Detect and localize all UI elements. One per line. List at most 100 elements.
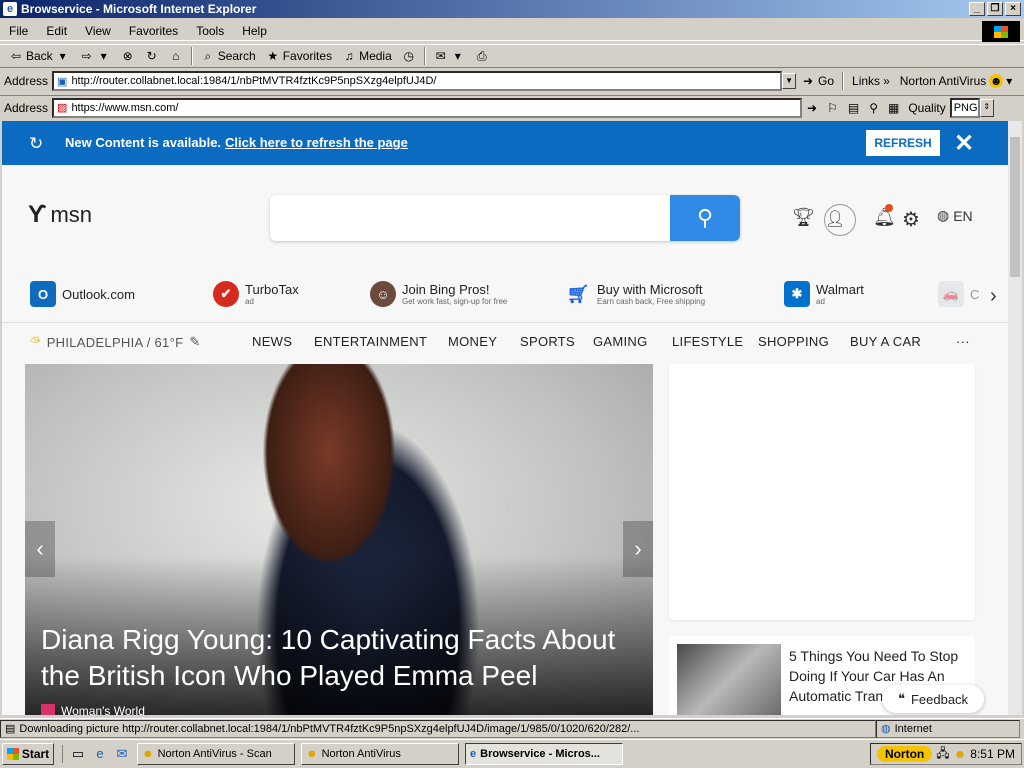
bookmarks-list-icon[interactable]: ▤ — [843, 98, 864, 118]
show-desktop-icon[interactable]: ▭ — [69, 745, 87, 763]
butterfly-icon: ϒ — [28, 201, 47, 228]
nav-money[interactable]: MONEY — [448, 334, 497, 349]
vertical-scrollbar[interactable] — [1008, 121, 1022, 715]
quick-link-buy-with-microsoft[interactable]: 🛒︎ Buy with Microsoft Earn cash back, Fre… — [565, 281, 706, 307]
hero-article[interactable]: ‹ › Diana Rigg Young: 10 Captivating Fac… — [25, 364, 653, 715]
print-button[interactable]: ⎙ — [470, 46, 494, 66]
search-input[interactable]: ⚲ — [270, 195, 740, 241]
go-arrow-icon[interactable]: ➜ — [802, 98, 822, 118]
norton-icon: ☻ — [306, 748, 318, 760]
nav-buy-a-car[interactable]: BUY A CAR — [850, 334, 921, 349]
quick-link-walmart[interactable]: ✱ Walmart ad — [784, 281, 864, 307]
mail-button[interactable]: ✉ ▾ — [429, 46, 470, 66]
chevron-down-icon: ▾ — [1006, 74, 1013, 88]
nav-news[interactable]: NEWS — [252, 334, 292, 349]
bookmark-icon[interactable]: ⚐ — [822, 98, 843, 118]
start-button[interactable]: Start — [2, 743, 54, 765]
partly-cloudy-icon: ⛅︎ — [30, 334, 41, 349]
ie-quicklaunch-icon[interactable]: e — [91, 745, 109, 763]
media-button[interactable]: ♫ Media — [337, 46, 397, 66]
close-icon[interactable]: ✕ — [954, 129, 974, 158]
menu-favorites[interactable]: Favorites — [120, 24, 187, 38]
media-icon: ♫ — [344, 49, 354, 63]
history-button[interactable]: ◷ — [397, 46, 421, 66]
favorites-button[interactable]: ★ Favorites — [261, 46, 337, 66]
internet-globe-icon: ◍ — [881, 723, 891, 735]
quality-stepper[interactable]: ⇕ — [979, 98, 994, 117]
find-icon[interactable]: ⚲ — [864, 98, 883, 118]
task-norton-scan[interactable]: ☻ Norton AntiVirus - Scan — [137, 743, 295, 765]
chevron-down-icon[interactable]: ▾ — [97, 49, 111, 63]
home-button[interactable]: ⌂ — [164, 46, 188, 66]
hero-source: Woman's World — [41, 704, 145, 715]
chevron-down-icon: ▾ — [454, 49, 461, 63]
msn-header: ϒmsn ⚲ 🏆︎ 👤︎ 🔔︎ ⚙ ◍ EN — [2, 165, 1008, 285]
outlook-express-icon[interactable]: ✉ — [113, 745, 131, 763]
norton-tray-button[interactable]: Norton — [876, 746, 933, 762]
menu-view[interactable]: View — [76, 24, 120, 38]
close-window-button[interactable]: × — [1005, 2, 1021, 16]
quick-link-outlook[interactable]: O Outlook.com — [30, 281, 135, 307]
rewards-icon[interactable]: 🏆︎ — [792, 207, 815, 228]
refresh-button[interactable]: ↻ — [140, 46, 164, 66]
forward-button[interactable]: ⇨ ▾ — [75, 46, 116, 66]
weather-widget[interactable]: ⛅︎ PHILADELPHIA / 61°F ✎ — [30, 334, 201, 350]
profile-avatar-icon[interactable]: 👤︎ — [824, 204, 856, 236]
windows-logo-icon — [982, 21, 1020, 42]
quality-select[interactable]: PNG — [949, 97, 980, 118]
back-arrow-icon: ⇦ — [10, 49, 22, 63]
norton-toolbar-button[interactable]: Norton AntiVirus ☻ ▾ — [895, 71, 1018, 91]
chevron-down-icon[interactable]: ▾ — [56, 49, 70, 63]
notifications-bell-icon[interactable]: 🔔︎ — [873, 204, 896, 228]
scrollbar-thumb[interactable] — [1010, 137, 1020, 277]
restore-button[interactable]: ❐ — [987, 2, 1003, 16]
more-options-icon[interactable]: ··· — [956, 334, 970, 349]
nav-sports[interactable]: SPORTS — [520, 334, 575, 349]
norton-tray-icon[interactable]: ☻ — [954, 747, 967, 761]
language-selector[interactable]: ◍ EN — [937, 207, 973, 224]
back-button[interactable]: ⇦ Back ▾ — [4, 46, 75, 66]
quick-link-turbotax[interactable]: ✔ TurboTax ad — [213, 281, 299, 307]
menu-tools[interactable]: Tools — [187, 24, 233, 38]
minimize-button[interactable]: _ — [969, 2, 985, 16]
menu-edit[interactable]: Edit — [37, 24, 76, 38]
menu-help[interactable]: Help — [233, 24, 276, 38]
clipboard-icon[interactable]: ▦ — [883, 98, 904, 118]
search-button[interactable]: ⚲ — [670, 195, 740, 241]
browservice-address-input[interactable]: ▨ https://www.msn.com/ — [52, 97, 803, 118]
nav-entertainment[interactable]: ENTERTAINMENT — [314, 334, 427, 349]
msn-logo[interactable]: ϒmsn — [28, 201, 92, 229]
refresh-button[interactable]: REFRESH — [866, 130, 940, 156]
quick-link-bing-pros[interactable]: ☺ Join Bing Pros! Get work fast, sign-up … — [370, 281, 507, 307]
nav-lifestyle[interactable]: LIFESTYLE — [672, 334, 743, 349]
ie-address-input[interactable]: ▣ http://router.collabnet.local:1984/1/nb… — [52, 71, 783, 91]
network-icon[interactable]: 🖧︎ — [936, 744, 949, 765]
address-dropdown-button[interactable]: ▼ — [782, 73, 797, 89]
new-content-banner: ↻ New Content is available. Click here to… — [2, 121, 1008, 165]
links-button[interactable]: Links» — [847, 71, 895, 91]
feedback-button[interactable]: ❝ Feedback — [882, 685, 984, 713]
quality-label: Quality — [908, 100, 946, 115]
quick-link-car[interactable]: 🚗 C — [938, 281, 979, 307]
nav-gaming[interactable]: GAMING — [593, 334, 648, 349]
gear-icon[interactable]: ⚙ — [902, 207, 920, 232]
carousel-next-button[interactable]: › — [623, 521, 653, 577]
task-browservice[interactable]: e Browservice - Micros... — [465, 743, 623, 765]
stop-button[interactable]: ⊗ — [116, 46, 140, 66]
menu-file[interactable]: File — [0, 24, 37, 38]
ie-logo-icon: e — [3, 2, 17, 16]
nav-shopping[interactable]: SHOPPING — [758, 334, 829, 349]
windows-flag-icon — [6, 748, 19, 760]
go-button[interactable]: ➜ Go — [796, 71, 839, 91]
chevron-right-icon[interactable]: › — [990, 285, 997, 308]
status-text: ▤ Downloading picture http://router.colla… — [0, 719, 876, 738]
menu-bar: File Edit View Favorites Tools Help — [0, 21, 1024, 41]
history-icon: ◷ — [403, 49, 414, 63]
task-norton-antivirus[interactable]: ☻ Norton AntiVirus — [301, 743, 459, 765]
carousel-prev-button[interactable]: ‹ — [25, 521, 55, 577]
hero-title[interactable]: Diana Rigg Young: 10 Captivating Facts A… — [41, 622, 641, 694]
search-button[interactable]: ⌕ Search — [196, 46, 261, 66]
refresh-page-link[interactable]: Click here to refresh the page — [225, 135, 408, 150]
toolbar-separator — [842, 72, 845, 90]
edit-pencil-icon[interactable]: ✎ — [189, 334, 200, 350]
